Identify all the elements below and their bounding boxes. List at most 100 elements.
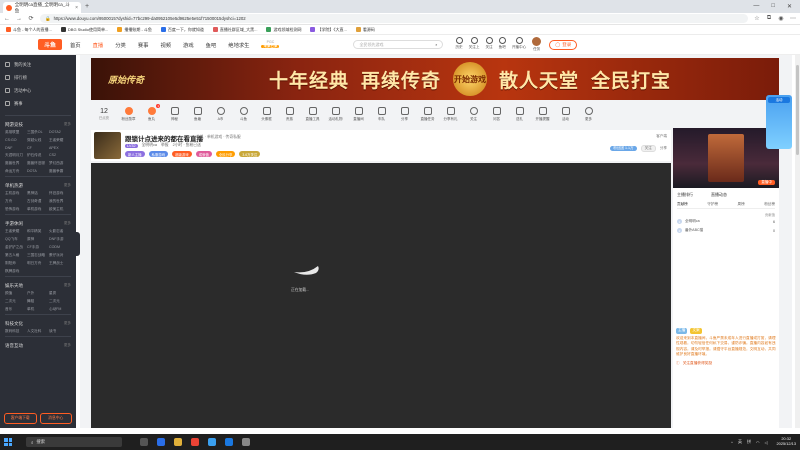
room-tag[interactable]: 全民分享 <box>215 151 236 157</box>
sidebar-category[interactable]: 我的世界 <box>49 199 71 204</box>
nav-yuba[interactable]: 鱼吧 <box>206 41 217 49</box>
ime-mode[interactable]: 拼 <box>747 439 751 445</box>
sidebar-category[interactable]: 心动FM <box>49 307 71 312</box>
sidebar-category[interactable]: 黑神话 <box>27 191 49 196</box>
reload-icon[interactable]: ⟳ <box>28 15 34 22</box>
room-tag[interactable]: 新人主播 <box>125 151 145 157</box>
sidebar-category[interactable]: 王牌战士 <box>49 261 71 266</box>
bookmark[interactable]: 看源码 <box>355 27 375 33</box>
strip-item[interactable]: 更多 <box>577 106 600 122</box>
sidebar-category[interactable]: 梦幻西游 <box>49 161 71 166</box>
sidebar-category[interactable]: 户外 <box>27 291 49 296</box>
bookmark[interactable]: 【学院】《大直... <box>310 27 347 33</box>
sidebar-category[interactable]: 人文社科 <box>27 329 49 334</box>
sidebar-category[interactable]: APEX <box>49 146 71 150</box>
tab-close-icon[interactable]: × <box>75 5 78 11</box>
floating-ad[interactable]: 活动 <box>766 95 792 149</box>
sidebar-category[interactable]: 读书 <box>49 329 71 334</box>
login-button[interactable]: ◯ 登录 <box>549 39 578 50</box>
sidebar-category[interactable]: 主机游戏 <box>5 191 27 196</box>
sidebar-category[interactable]: 古剑奇谭 <box>27 199 49 204</box>
ime-indicator[interactable]: 英 <box>738 439 742 445</box>
sidebar-category[interactable]: 魔兽争霸 <box>49 169 71 174</box>
scrollbar-thumb[interactable] <box>796 65 799 155</box>
extensions-icon[interactable]: ⧉ <box>766 15 772 22</box>
sidebar-item-follow[interactable]: 我的关注 <box>5 58 71 71</box>
client-download-button[interactable]: 客户端下载 <box>4 413 37 424</box>
sidebar-category[interactable]: 三国杀OL <box>27 130 49 135</box>
strip-item[interactable]: 活动礼物 <box>324 106 347 122</box>
tab-host-rank[interactable]: 主播排行 <box>677 192 693 198</box>
sidebar-category[interactable]: 舞蹈 <box>27 299 49 304</box>
start-game-button[interactable]: 开始游戏 <box>453 62 487 96</box>
bookmark[interactable]: 斗鱼 - 每个人的直播... <box>6 27 52 33</box>
stream-center-button[interactable]: 开播中心 <box>512 37 526 52</box>
profile-icon[interactable]: ◉ <box>778 15 784 22</box>
sidebar-category[interactable]: 命运方舟 <box>5 169 27 174</box>
yuba-button[interactable]: 鱼吧 <box>499 37 506 52</box>
sidebar-category[interactable]: DOTA <box>27 169 49 174</box>
menu-icon[interactable]: ⋯ <box>790 15 796 22</box>
sidebar-category[interactable]: 数码科技 <box>5 329 27 334</box>
strip-item[interactable]: 1 鱼丸 <box>140 103 163 122</box>
maximize-icon[interactable]: □ <box>771 3 775 10</box>
minimize-icon[interactable]: — <box>753 3 759 10</box>
client-link[interactable]: 客户端 <box>656 134 667 139</box>
sidebar-category[interactable]: 颜值 <box>5 291 27 296</box>
explorer-icon[interactable] <box>174 438 182 446</box>
strip-item[interactable]: 神秘 <box>163 106 186 122</box>
nav-pubg[interactable]: 绝地求生 <box>228 41 249 49</box>
follow-button[interactable]: 关注 <box>640 145 656 152</box>
tray-chevron-icon[interactable]: ^ <box>731 440 733 445</box>
share-button[interactable]: 分享 <box>660 146 667 151</box>
more-link[interactable]: 更多 <box>64 283 71 289</box>
streamer-name[interactable]: 全明明ca <box>142 143 157 148</box>
nav-events[interactable]: 赛事 <box>138 41 149 49</box>
strip-item[interactable]: 车队 <box>370 106 393 122</box>
sidebar-category[interactable]: 明日方舟 <box>27 261 49 266</box>
bookmark[interactable]: DBG Studio使用简单... <box>60 27 108 33</box>
strip-item[interactable]: 斗鱼 <box>232 106 255 122</box>
sidebar-category[interactable]: CODM <box>49 245 71 250</box>
tab-fans[interactable]: 粉丝榜 <box>764 202 775 207</box>
video-player[interactable] <box>91 163 671 428</box>
sidebar-category[interactable]: 蛋仔派对 <box>49 253 71 258</box>
sidebar-category[interactable]: 欧美主机 <box>49 207 71 212</box>
more-link[interactable]: 更多 <box>64 183 71 189</box>
sidebar-category[interactable]: CS2 <box>49 153 71 158</box>
sidebar-category[interactable]: 天涯明月刀 <box>5 153 27 158</box>
message-center-button[interactable]: 消息中心 <box>39 413 72 424</box>
sidebar-category[interactable]: 单机游戏 <box>27 207 49 212</box>
nav-live[interactable]: 直播 <box>93 41 104 49</box>
sidebar-category[interactable]: 王者荣耀 <box>5 229 27 234</box>
sidebar-category[interactable]: 二次元 <box>49 299 71 304</box>
sidebar-category[interactable]: DNF <box>5 146 27 150</box>
sidebar-category[interactable]: CF <box>27 146 49 150</box>
bookmark[interactable]: 游戏领域检测网 <box>266 27 301 33</box>
sidebar-category[interactable]: 穿越火线 <box>27 138 49 143</box>
room-tag[interactable]: 成就值 <box>195 151 212 157</box>
strip-item[interactable]: 鱼塘 <box>186 106 209 122</box>
sidebar-category[interactable]: 二次元 <box>5 299 27 304</box>
page-scrollbar[interactable] <box>795 55 800 428</box>
sidebar-category[interactable]: 方舟 <box>5 199 27 204</box>
sidebar-item-rank[interactable]: 排行榜 <box>5 71 71 84</box>
sidebar-category[interactable]: 棋牌游戏 <box>5 269 27 274</box>
sidebar-category[interactable]: 火影忍者 <box>49 229 71 234</box>
strip-item[interactable]: 活动 <box>554 106 577 122</box>
sidebar-category[interactable]: 魔兽世界 <box>5 161 27 166</box>
strip-item[interactable]: 直播间 <box>347 106 370 122</box>
strip-item[interactable]: 分享有礼 <box>439 106 462 122</box>
tab-live-feed[interactable]: 直播动态 <box>711 192 727 198</box>
strip-item[interactable]: 送礼 <box>508 106 531 122</box>
strip-item[interactable]: 开播提醒 <box>531 106 554 122</box>
tab-guard[interactable]: 守护榜 <box>707 202 718 207</box>
rank-row[interactable]: 1 全明明ca 6 <box>677 219 775 224</box>
bookmark[interactable]: 直播社群区域_大黑... <box>212 27 257 33</box>
search-input[interactable]: 全民领先游戏 ⌕ <box>353 40 444 49</box>
room-tag[interactable]: 超级游戏 <box>172 151 192 157</box>
strip-item[interactable]: 头像框 <box>255 106 278 122</box>
strip-item[interactable]: A币 <box>209 106 232 122</box>
fans-club-button[interactable]: 粉丝团 1.1万 <box>610 146 637 151</box>
strip-item[interactable]: 问答 <box>485 106 508 122</box>
